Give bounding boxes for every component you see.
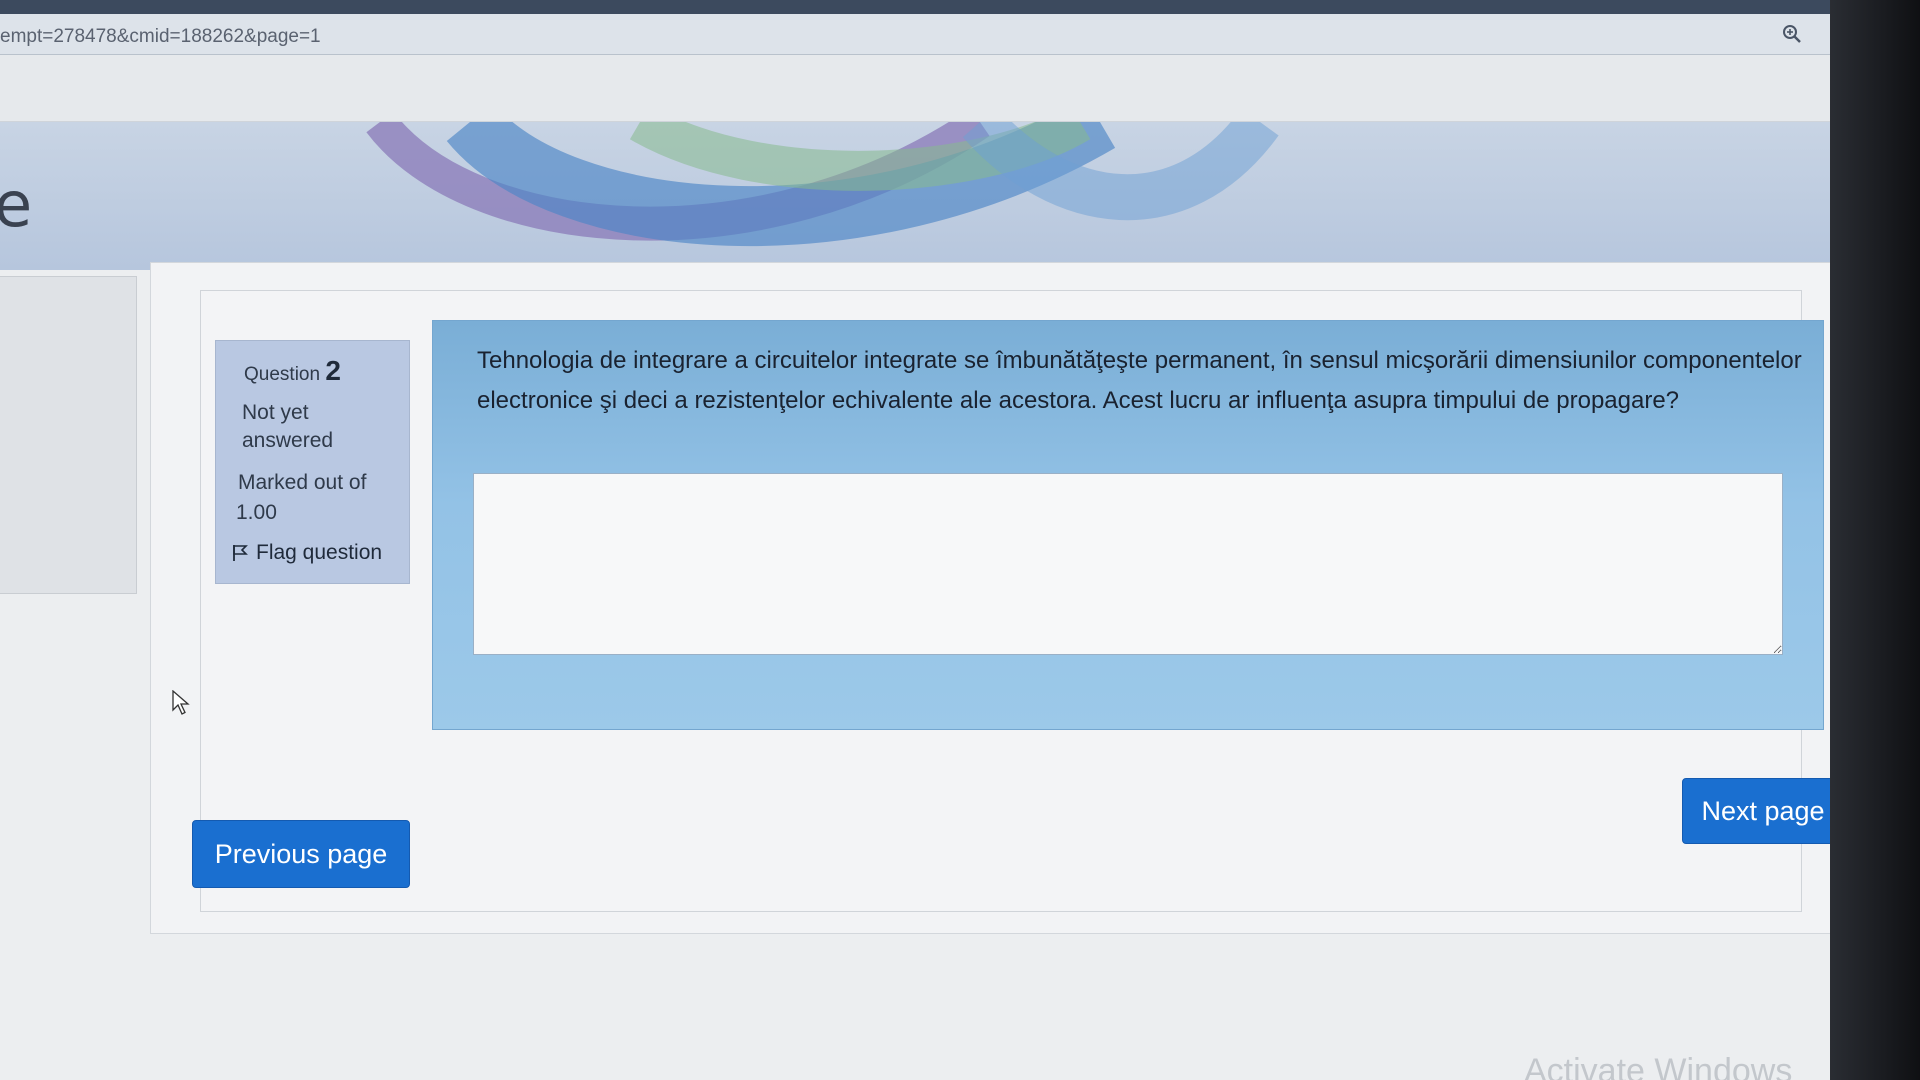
address-bar[interactable]: empt=278478&cmid=188262&page=1	[0, 14, 1830, 55]
question-text: Tehnologia de integrare a circuitelor in…	[477, 347, 1802, 414]
header-banner	[0, 122, 1830, 270]
mouse-cursor-icon	[172, 690, 190, 715]
screen: empt=278478&cmid=188262&page=1 e Questio…	[0, 0, 1830, 1080]
marks-label: Marked out of	[238, 471, 367, 494]
flag-icon	[233, 545, 248, 561]
banner-swoosh-graphic	[366, 122, 1279, 247]
site-navbar	[0, 55, 1830, 122]
site-title: e	[0, 168, 33, 241]
activate-windows-watermark: Activate Windows	[1524, 1052, 1793, 1080]
zoom-in-icon[interactable]	[1782, 24, 1802, 44]
question-formulation: Tehnologia de integrare a circuitelor in…	[432, 320, 1824, 730]
flag-question-label: Flag question	[256, 541, 383, 564]
url-text[interactable]: empt=278478&cmid=188262&page=1	[0, 26, 321, 48]
browser-title-bar	[0, 0, 1830, 14]
next-page-button[interactable]: Next page	[1682, 778, 1830, 844]
question-number-value: 2	[325, 355, 341, 386]
question-status: Not yet answered	[242, 401, 334, 452]
monitor-bezel	[1830, 0, 1920, 1080]
question-info-box: Question 2 Not yet answered Marked out o…	[215, 340, 410, 584]
answer-textarea[interactable]	[473, 473, 1783, 655]
marks-value: 1.00	[236, 501, 277, 524]
left-sidebar-block	[0, 276, 137, 594]
question-number: Question 2	[244, 355, 341, 387]
flag-question-link[interactable]: Flag question	[232, 541, 382, 565]
previous-page-button[interactable]: Previous page	[192, 820, 410, 888]
question-label: Question	[244, 364, 321, 385]
